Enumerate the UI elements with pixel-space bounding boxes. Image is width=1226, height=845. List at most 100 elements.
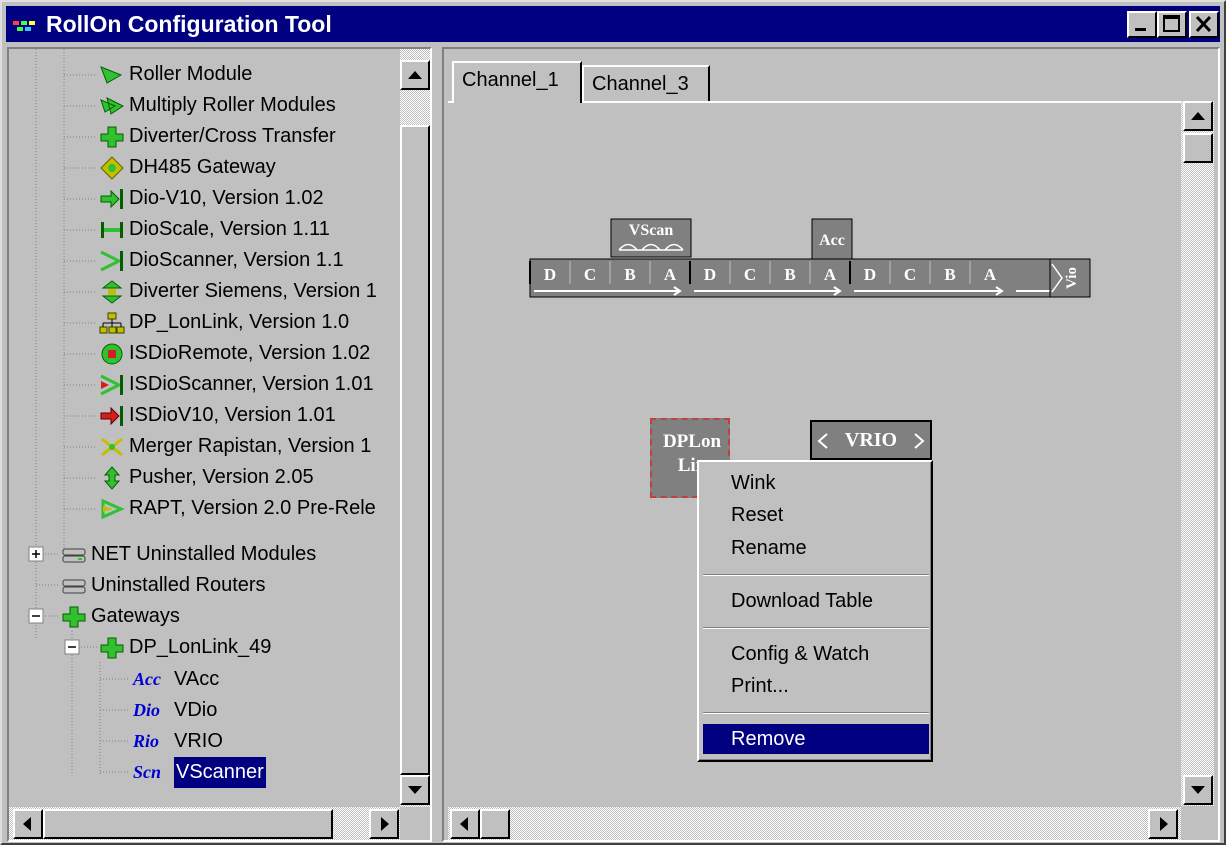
canvas-scroll-down-button[interactable] [1183,775,1213,805]
tree-hscroll-thumb[interactable] [43,809,333,839]
menu-item-rename[interactable]: Rename [703,533,929,563]
acc-block[interactable]: Acc [811,218,853,260]
tree-item-vdio[interactable]: Dio VDio [9,695,404,726]
canvas-scroll-up-button[interactable] [1183,101,1213,131]
tree-item-rapt[interactable]: RAPT, Version 2.0 Pre-Rele [9,493,404,524]
tree-item-isdiov10[interactable]: ISDioV10, Version 1.01 [9,400,404,431]
tree-item-uninstalled-routers[interactable]: Uninstalled Routers [9,570,404,601]
arrow-up-icon [408,71,422,79]
tree-item-vrio[interactable]: Rio VRIO [9,726,404,757]
bus-diagram: VScan Acc D C B A D C B A D C B A Vio [529,218,1091,298]
merger-icon [101,437,123,457]
menu-item-config-watch[interactable]: Config & Watch [703,639,929,669]
rail-cell-label[interactable]: D [544,265,556,284]
minimize-button[interactable] [1127,11,1157,38]
isdioscanner-icon [100,374,123,396]
canvas-vscroll-thumb[interactable] [1183,133,1213,163]
pusher-icon [103,466,121,490]
menu-separator [703,627,929,629]
rail-cell-label[interactable]: C [904,265,916,284]
rail-cell-label[interactable]: B [944,265,955,284]
vio-terminator[interactable]: Vio [1049,258,1091,298]
rail-cell-label[interactable]: A [984,265,997,284]
rail-cell-label[interactable]: C [744,265,756,284]
tab-channel-3[interactable]: Channel_3 [582,65,710,103]
canvas-hscroll-track[interactable] [448,807,1181,840]
arrow-left-icon [23,817,31,831]
vscan-block[interactable]: VScan [610,218,692,258]
arrow-right-icon [1160,817,1168,831]
tree-item-net-uninstalled[interactable]: NET Uninstalled Modules [9,539,404,570]
menu-separator [703,712,929,714]
tree-item-multiply-roller[interactable]: Multiply Roller Modules [9,90,404,121]
dioscale-icon [101,222,123,238]
app-icon [13,21,35,31]
acc-tag-icon: Acc [133,669,161,689]
tree-item-pusher[interactable]: Pusher, Version 2.05 [9,462,404,493]
dh485-gateway-icon [100,156,124,180]
dio-tag-icon: Dio [133,700,160,720]
tree-vscroll-thumb[interactable] [400,125,430,775]
gateway-icon [62,606,86,628]
dplon-line-1: DPLon [662,431,722,452]
arrow-right-icon [381,817,389,831]
menu-item-remove[interactable]: Remove [703,724,929,754]
menu-item-reset[interactable]: Reset [703,500,929,530]
tree-scroll-up-button[interactable] [400,60,430,90]
tree-scroll-left-button[interactable] [13,809,43,839]
tree-item-gateways[interactable]: Gateways [9,601,404,632]
maximize-button[interactable] [1157,11,1187,38]
tree-item-roller-module[interactable]: Roller Module [9,59,404,90]
tree-item-isdioscanner[interactable]: ISDioScanner, Version 1.01 [9,369,404,400]
rail-cell-label[interactable]: D [864,265,876,284]
tree-item-diverter-siemens[interactable]: Diverter Siemens, Version 1 [9,276,404,307]
vrio-block[interactable]: VRIO [810,420,932,460]
tree-item-dioscanner[interactable]: DioScanner, Version 1.1 [9,245,404,276]
tree-scroll-down-button[interactable] [400,775,430,805]
tree-item-dp-lonlink[interactable]: DP_LonLink, Version 1.0 [9,307,404,338]
window-title: RollOn Configuration Tool [46,11,332,37]
diverter-icon [100,126,124,148]
tree-item-isdioremote[interactable]: ISDioRemote, Version 1.02 [9,338,404,369]
context-menu: Wink Reset Rename Download Table Config … [697,460,933,762]
vrio-left-arrow-icon [817,433,828,449]
rail-cell-label[interactable]: C [584,265,596,284]
canvas-scroll-left-button[interactable] [450,809,480,839]
rail-cell-label[interactable]: B [624,265,635,284]
acc-label: Acc [819,232,845,249]
dio-v10-icon [100,189,123,209]
tree-item-vscanner[interactable]: Scn VScanner [9,757,404,788]
tree-item-dh485[interactable]: DH485 Gateway [9,152,404,183]
pane-splitter[interactable] [432,47,442,842]
tab-channel-1[interactable]: Channel_1 [452,61,582,103]
menu-item-wink[interactable]: Wink [703,468,929,498]
title-bar[interactable]: RollOn Configuration Tool [6,6,1220,42]
tree-item-dp-lonlink-49[interactable]: DP_LonLink_49 [9,632,404,663]
arrow-down-icon [408,786,422,794]
tree-item-diverter[interactable]: Diverter/Cross Transfer [9,121,404,152]
rail-cell-label[interactable]: D [704,265,716,284]
tree-item-merger[interactable]: Merger Rapistan, Version 1 [9,431,404,462]
dp-lonlink-icon [99,312,125,334]
canvas-hscroll-thumb[interactable] [480,809,510,839]
maximize-icon [1163,15,1180,32]
close-button[interactable] [1189,11,1219,38]
menu-item-print[interactable]: Print... [703,671,929,701]
canvas-vscroll-track[interactable] [1181,101,1214,806]
tree-item-dioscale[interactable]: DioScale, Version 1.11 [9,214,404,245]
canvas-scroll-right-button[interactable] [1148,809,1178,839]
tree-scroll-right-button[interactable] [369,809,399,839]
rapt-icon [101,498,125,520]
vrio-label: VRIO [844,429,898,451]
rail-cell-label[interactable]: A [664,265,677,284]
module-tree[interactable]: Roller Module Multiply Roller Modules Di… [7,47,432,842]
roller-module-icon [100,66,123,84]
dioscanner-icon [100,250,123,272]
isdiov10-icon [100,406,123,426]
tree-item-dio-v10[interactable]: Dio-V10, Version 1.02 [9,183,404,214]
rail-cell-label[interactable]: B [784,265,795,284]
tree-item-vacc[interactable]: Acc VAcc [9,664,404,695]
menu-item-download-table[interactable]: Download Table [703,586,929,616]
arrow-down-icon [1191,786,1205,794]
rail-cell-label[interactable]: A [824,265,837,284]
